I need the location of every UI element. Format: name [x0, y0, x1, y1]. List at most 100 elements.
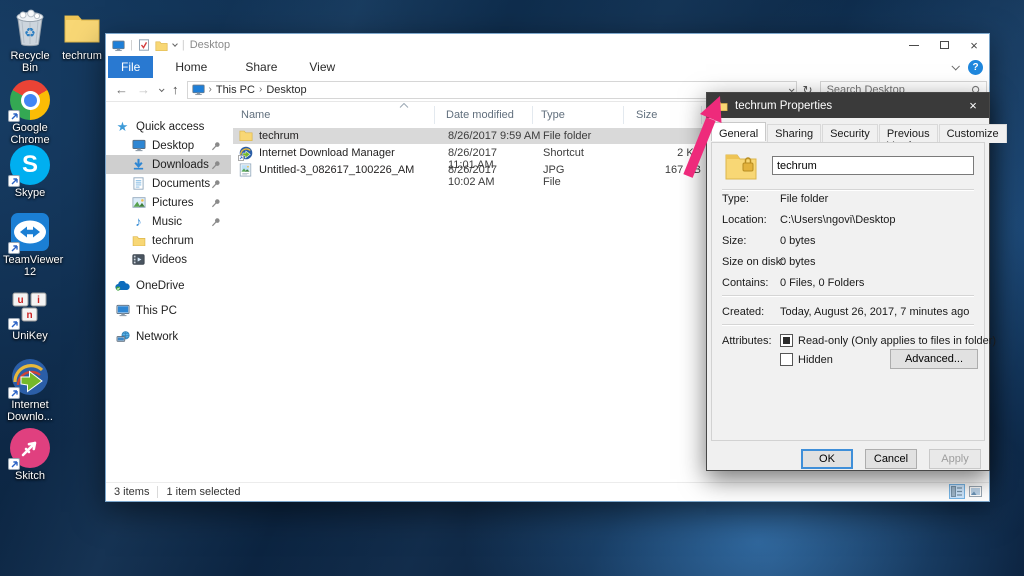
- desktop-icon-idm[interactable]: Internet Downlo...: [3, 357, 57, 423]
- shortcut-arrow-icon: [8, 242, 20, 254]
- column-header-name[interactable]: Name: [241, 109, 270, 121]
- sidebar-item-videos[interactable]: Videos: [106, 250, 231, 269]
- hidden-checkbox[interactable]: [780, 353, 793, 366]
- up-button[interactable]: ↑: [172, 82, 179, 97]
- file-row-techrum[interactable]: techrum 8/26/2017 9:59 AM File folder: [233, 128, 704, 144]
- desktop-icon-unikey[interactable]: u i n UniKey: [3, 288, 57, 342]
- ribbon-collapse-chevron-icon[interactable]: [951, 62, 959, 70]
- sidebar-item-techrum[interactable]: techrum: [106, 231, 231, 250]
- divider: [157, 486, 158, 498]
- address-dropdown-chevron-icon[interactable]: [788, 86, 794, 92]
- separator: [722, 324, 974, 326]
- desktop-icon-label: Google Chrome: [3, 122, 57, 146]
- dialog-close-button[interactable]: ×: [957, 93, 989, 118]
- selection-count: 1 item selected: [166, 486, 240, 498]
- item-count: 3 items: [114, 486, 149, 498]
- folder-name-input[interactable]: [772, 156, 974, 175]
- folder-icon: [62, 8, 102, 48]
- sidebar-item-pictures[interactable]: Pictures: [106, 193, 231, 212]
- desktop-icon-label: TeamViewer 12: [3, 254, 57, 278]
- properties-quick-icon[interactable]: [138, 39, 150, 51]
- shortcut-arrow-icon: [8, 458, 20, 470]
- recent-locations-chevron-icon[interactable]: [159, 86, 165, 92]
- column-divider[interactable]: [434, 106, 435, 124]
- general-tab-page: Type: File folder Location: C:\Users\ngo…: [711, 142, 985, 441]
- new-folder-quick-icon[interactable]: [155, 40, 168, 51]
- column-divider[interactable]: [532, 106, 533, 124]
- tab-file[interactable]: File: [108, 56, 153, 78]
- details-view-button[interactable]: [949, 484, 965, 499]
- annotation-arrow: [678, 90, 730, 185]
- pin-icon: [211, 179, 221, 192]
- sidebar-item-onedrive[interactable]: OneDrive: [106, 276, 231, 295]
- divider: |: [130, 39, 133, 51]
- sidebar-item-this-pc[interactable]: This PC: [106, 301, 231, 320]
- tab-share[interactable]: Share: [233, 56, 289, 78]
- explorer-titlebar[interactable]: | | Desktop ×: [106, 34, 989, 56]
- desktop-icon-google-chrome[interactable]: Google Chrome: [3, 80, 57, 146]
- column-header-date-modified[interactable]: Date modified: [446, 109, 514, 121]
- desktop-icon-label: Skype: [3, 187, 57, 199]
- desktop-icon-label: UniKey: [3, 330, 57, 342]
- column-header-type[interactable]: Type: [541, 109, 565, 121]
- sidebar-item-network[interactable]: Network: [106, 327, 231, 346]
- picture-icon: [131, 197, 146, 208]
- maximize-button[interactable]: [929, 34, 959, 56]
- help-icon[interactable]: ?: [968, 60, 983, 75]
- tab-home[interactable]: Home: [163, 56, 219, 78]
- sidebar-item-desktop[interactable]: Desktop: [106, 136, 231, 155]
- dialog-titlebar[interactable]: techrum Properties ×: [707, 93, 989, 118]
- tab-previous-versions[interactable]: Previous Versions: [879, 124, 938, 143]
- breadcrumb-separator: ›: [259, 84, 262, 95]
- column-divider[interactable]: [623, 106, 624, 124]
- back-button[interactable]: ←: [115, 82, 128, 97]
- close-icon: ×: [970, 38, 978, 53]
- advanced-button[interactable]: Advanced...: [890, 349, 978, 369]
- desktop-icon-skitch[interactable]: Skitch: [3, 428, 57, 482]
- dialog-title: techrum Properties: [735, 100, 832, 112]
- breadcrumb-desktop[interactable]: Desktop: [266, 84, 306, 96]
- tab-view[interactable]: View: [297, 56, 347, 78]
- tab-customize[interactable]: Customize: [939, 124, 1007, 143]
- readonly-checkbox[interactable]: [780, 334, 793, 347]
- qat-customize-chevron-icon[interactable]: [172, 41, 178, 47]
- shortcut-arrow-icon: [238, 155, 244, 161]
- teamviewer-icon: [10, 212, 50, 252]
- tab-sharing[interactable]: Sharing: [767, 124, 821, 143]
- minimize-button[interactable]: [899, 34, 929, 56]
- ok-button[interactable]: OK: [801, 449, 853, 469]
- window-title: Desktop: [190, 39, 230, 51]
- svg-text:n: n: [26, 310, 32, 321]
- skitch-icon: [10, 428, 50, 468]
- forward-button[interactable]: →: [137, 82, 150, 97]
- sidebar-item-documents[interactable]: Documents: [106, 174, 231, 193]
- divider: |: [182, 39, 185, 51]
- apply-button[interactable]: Apply: [929, 449, 981, 469]
- breadcrumb-this-pc[interactable]: This PC: [216, 84, 255, 96]
- desktop-icon-techrum[interactable]: techrum: [58, 8, 106, 62]
- properties-dialog: techrum Properties × General Sharing Sec…: [706, 92, 990, 471]
- desktop-icon-teamviewer[interactable]: TeamViewer 12: [3, 212, 57, 278]
- column-header-size[interactable]: Size: [636, 109, 657, 121]
- computer-icon: [115, 304, 130, 317]
- pin-icon: [211, 160, 221, 173]
- folder-icon: [131, 235, 146, 246]
- sort-ascending-icon: [399, 103, 409, 108]
- cancel-button[interactable]: Cancel: [865, 449, 917, 469]
- desktop-icon-skype[interactable]: S Skype: [3, 145, 57, 199]
- sidebar-item-music[interactable]: ♪ Music: [106, 212, 231, 231]
- maximize-icon: [940, 41, 949, 49]
- document-icon: [131, 177, 146, 190]
- desktop-icon-recycle-bin[interactable]: ♻ Recycle Bin: [3, 8, 57, 74]
- shortcut-arrow-icon: [8, 318, 20, 330]
- tab-security[interactable]: Security: [822, 124, 878, 143]
- thumbnail-view-button[interactable]: [967, 484, 983, 499]
- dialog-tab-strip: General Sharing Security Previous Versio…: [711, 124, 1008, 143]
- close-button[interactable]: ×: [959, 34, 989, 56]
- idm-icon: [10, 357, 50, 397]
- unikey-icon: u i n: [10, 288, 50, 328]
- video-icon: [131, 254, 146, 265]
- sidebar-item-downloads[interactable]: Downloads: [106, 155, 231, 174]
- sidebar-item-quick-access[interactable]: ★ Quick access: [106, 117, 231, 136]
- svg-text:♻: ♻: [24, 25, 36, 40]
